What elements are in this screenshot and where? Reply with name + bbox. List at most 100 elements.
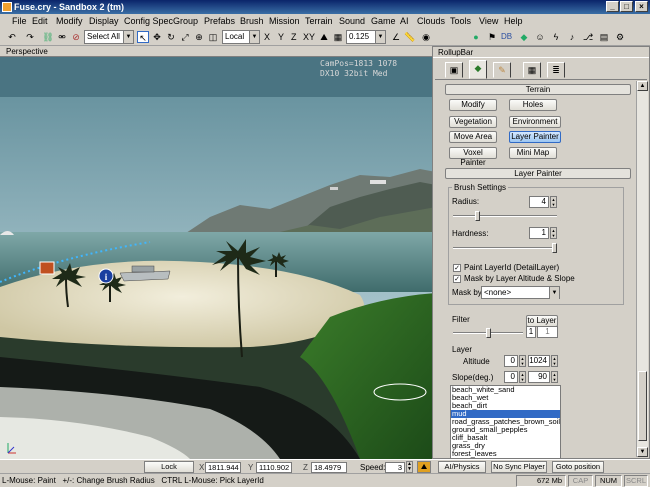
axis-x-button[interactable]: X bbox=[264, 31, 270, 43]
angle-snap-icon[interactable]: ∠ bbox=[390, 31, 402, 43]
menu-group[interactable]: Group bbox=[173, 14, 198, 28]
hardness-slider[interactable] bbox=[453, 243, 557, 253]
move-icon[interactable]: ✥ bbox=[151, 31, 163, 43]
altitude-max-spinner[interactable]: ▲ ▼ bbox=[551, 355, 558, 367]
axis-y-button[interactable]: Y bbox=[278, 31, 284, 43]
maximize-button[interactable]: □ bbox=[620, 1, 633, 12]
filter-max-input[interactable]: 1 bbox=[537, 326, 558, 338]
menu-mission[interactable]: Mission bbox=[269, 14, 300, 28]
y-coordinate-field[interactable]: 1110.902 bbox=[256, 462, 292, 473]
select-arrow-icon[interactable]: ↖ bbox=[137, 31, 149, 43]
axis-z-button[interactable]: Z bbox=[291, 31, 297, 43]
minimize-button[interactable]: _ bbox=[606, 1, 619, 12]
menu-sound[interactable]: Sound bbox=[339, 14, 365, 28]
filter-icon[interactable]: ⊘ bbox=[70, 31, 82, 43]
hardness-slider-knob[interactable] bbox=[552, 243, 557, 253]
flow-graph-icon[interactable]: ⎇ bbox=[582, 31, 594, 43]
scale-icon[interactable]: ⤢ bbox=[179, 31, 191, 43]
filter-slider[interactable] bbox=[453, 328, 523, 338]
material-icon[interactable]: ◆ bbox=[518, 31, 530, 43]
flag-icon[interactable]: ⚑ bbox=[486, 31, 498, 43]
menu-view[interactable]: View bbox=[479, 14, 498, 28]
altitude-max-input[interactable]: 1024 bbox=[528, 355, 550, 367]
menu-config-spec[interactable]: Config Spec bbox=[124, 14, 173, 28]
unlink-icon[interactable]: ⚮ bbox=[56, 31, 68, 43]
menu-help[interactable]: Help bbox=[504, 14, 523, 28]
perspective-viewport[interactable]: i CamPos=1813 1078 DX10 32bit Med bbox=[0, 57, 436, 459]
terrain-panel-header[interactable]: Terrain bbox=[445, 84, 631, 95]
console-icon[interactable]: ▤ bbox=[598, 31, 610, 43]
menu-brush[interactable]: Brush bbox=[240, 14, 264, 28]
slope-max-spinner[interactable]: ▲ ▼ bbox=[551, 371, 558, 383]
x-coordinate-field[interactable]: 1811.944 bbox=[205, 462, 241, 473]
menu-game[interactable]: Game bbox=[371, 14, 396, 28]
slope-min-input[interactable]: 0 bbox=[504, 371, 518, 383]
redo-icon[interactable]: ↷ bbox=[24, 31, 36, 43]
viewport-header[interactable]: Perspective bbox=[0, 46, 432, 57]
list-item[interactable]: beach_dirt bbox=[451, 402, 560, 410]
ruler-icon[interactable]: 📏 bbox=[404, 31, 416, 43]
mask-altitude-checkbox[interactable]: ✓ bbox=[453, 275, 461, 283]
lightning-icon[interactable]: ϟ bbox=[550, 31, 562, 43]
globe-icon[interactable]: ● bbox=[470, 31, 482, 43]
holes-button[interactable]: Holes bbox=[509, 99, 557, 111]
menu-edit[interactable]: Edit bbox=[32, 14, 48, 28]
menu-tools[interactable]: Tools bbox=[450, 14, 471, 28]
mini-map-button[interactable]: Mini Map bbox=[509, 147, 557, 159]
filter-min-input[interactable]: 1 bbox=[526, 326, 536, 338]
list-item[interactable]: forest_leaves bbox=[451, 450, 560, 458]
modify-button[interactable]: Modify bbox=[449, 99, 497, 111]
terrain-snap-icon[interactable]: ⛰ bbox=[318, 31, 330, 43]
menu-modify[interactable]: Modify bbox=[56, 14, 83, 28]
vegetation-button[interactable]: Vegetation bbox=[449, 116, 497, 128]
voxel-painter-button[interactable]: Voxel Painter bbox=[449, 147, 497, 167]
ai-physics-button[interactable]: AI/Physics bbox=[438, 461, 486, 473]
radius-slider-knob[interactable] bbox=[475, 211, 480, 221]
menu-display[interactable]: Display bbox=[89, 14, 119, 28]
altitude-min-spinner[interactable]: ▲ ▼ bbox=[519, 355, 526, 367]
terrain-tab-icon[interactable]: ◆ bbox=[469, 60, 487, 79]
music-icon[interactable]: ♪ bbox=[566, 31, 578, 43]
goto-position-button[interactable]: Goto position bbox=[552, 461, 604, 473]
layer-painter-panel-header[interactable]: Layer Painter bbox=[445, 168, 631, 179]
rollup-scrollbar[interactable]: ▲ ▼ bbox=[636, 81, 648, 457]
display-tab-icon[interactable]: ▦ bbox=[523, 62, 541, 78]
character-icon[interactable]: ☺ bbox=[534, 31, 546, 43]
paint-layerid-checkbox[interactable]: ✓ bbox=[453, 264, 461, 272]
filter-slider-knob[interactable] bbox=[486, 328, 491, 338]
hardness-spinner[interactable]: ▲ ▼ bbox=[550, 227, 557, 239]
link-icon[interactable]: ⛓ bbox=[42, 31, 54, 43]
scroll-thumb[interactable] bbox=[638, 371, 647, 441]
menu-clouds[interactable]: Clouds bbox=[417, 14, 445, 28]
coordinate-system-combo[interactable]: Local ▼ bbox=[222, 30, 260, 44]
menu-ai[interactable]: AI bbox=[400, 14, 409, 28]
axis-xy-button[interactable]: XY bbox=[303, 31, 315, 43]
slope-max-input[interactable]: 90 bbox=[528, 371, 550, 383]
menu-terrain[interactable]: Terrain bbox=[305, 14, 333, 28]
no-sync-player-button[interactable]: No Sync Player bbox=[491, 461, 547, 473]
undo-icon[interactable]: ↶ bbox=[6, 31, 18, 43]
mask-by-combo[interactable]: <none> ▼ bbox=[481, 286, 560, 299]
selection-filter-combo[interactable]: Select All ▼ bbox=[84, 30, 134, 44]
objects-tab-icon[interactable]: ▣ bbox=[445, 62, 463, 78]
radius-spinner[interactable]: ▲ ▼ bbox=[550, 196, 557, 208]
settings-icon[interactable]: ⚙ bbox=[614, 31, 626, 43]
scroll-up-icon[interactable]: ▲ bbox=[637, 81, 648, 91]
radius-input[interactable]: 4 bbox=[529, 196, 549, 208]
snap-icon[interactable]: ◫ bbox=[207, 31, 219, 43]
database-label[interactable]: DB bbox=[501, 30, 512, 44]
grid-snap-icon[interactable]: ▦ bbox=[332, 31, 344, 43]
rotate-icon[interactable]: ↻ bbox=[165, 31, 177, 43]
move-area-button[interactable]: Move Area bbox=[449, 131, 497, 143]
layer-list[interactable]: beach_white_sand beach_wet beach_dirt mu… bbox=[450, 385, 561, 459]
radius-slider[interactable] bbox=[453, 211, 557, 221]
modelling-tab-icon[interactable]: ✎ bbox=[493, 62, 511, 78]
speed-spinner[interactable]: ▲ ▼ bbox=[406, 461, 413, 473]
terrain-collision-icon[interactable]: ⛰ bbox=[417, 461, 431, 473]
layers-tab-icon[interactable]: ≣ bbox=[547, 62, 565, 78]
grid-size-combo[interactable]: 0.125 ▼ bbox=[346, 30, 386, 44]
lock-selection-button[interactable]: Lock Selection bbox=[144, 461, 194, 481]
menu-file[interactable]: File bbox=[12, 14, 27, 28]
scroll-down-icon[interactable]: ▼ bbox=[637, 447, 648, 457]
speed-input[interactable]: 3 bbox=[385, 462, 405, 473]
